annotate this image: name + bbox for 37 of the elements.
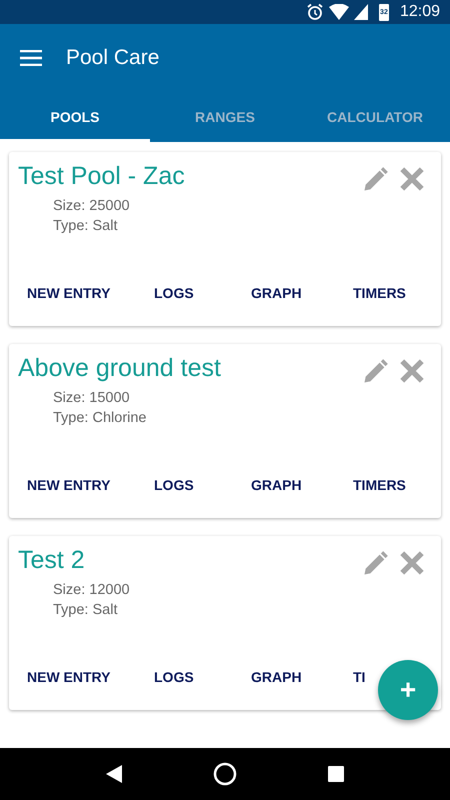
wifi-icon bbox=[328, 4, 349, 20]
card-action[interactable]: TIMERS bbox=[353, 285, 406, 301]
close-icon bbox=[399, 166, 425, 192]
back-icon bbox=[106, 765, 122, 783]
menu-icon bbox=[20, 50, 42, 66]
card-action[interactable]: GRAPH bbox=[251, 477, 302, 493]
card-action[interactable]: NEW ENTRY bbox=[27, 477, 110, 493]
back-button[interactable] bbox=[106, 765, 122, 783]
pool-size: Size: 12000 bbox=[53, 582, 130, 598]
card-action[interactable]: LOGS bbox=[154, 477, 194, 493]
pool-type: Type: Chlorine bbox=[53, 410, 146, 426]
close-icon bbox=[399, 550, 425, 576]
card-action[interactable]: GRAPH bbox=[251, 285, 302, 301]
alarm-clock-icon bbox=[306, 3, 324, 21]
card-action[interactable]: NEW ENTRY bbox=[27, 285, 110, 301]
recents-button[interactable] bbox=[328, 766, 344, 782]
close-icon bbox=[399, 358, 425, 384]
card-action[interactable]: LOGS bbox=[154, 285, 194, 301]
pool-type: Type: Salt bbox=[53, 602, 118, 618]
app-title: Pool Care bbox=[66, 46, 160, 70]
pool-size: Size: 15000 bbox=[53, 390, 130, 406]
clock-time: 12:09 bbox=[400, 3, 440, 21]
card-action[interactable]: TI bbox=[353, 669, 366, 685]
signal-icon bbox=[354, 4, 368, 20]
home-button[interactable] bbox=[212, 762, 237, 786]
pool-name: Test 2 bbox=[18, 546, 85, 575]
card-action[interactable]: TIMERS bbox=[353, 477, 406, 493]
recents-icon bbox=[328, 766, 344, 782]
pool-type: Type: Salt bbox=[53, 218, 118, 234]
card-action[interactable]: GRAPH bbox=[251, 669, 302, 685]
menu-button[interactable] bbox=[20, 50, 42, 66]
pool-name: Test Pool - Zac bbox=[18, 162, 185, 191]
pool-name: Above ground test bbox=[18, 354, 221, 383]
home-icon bbox=[212, 762, 237, 786]
pool-size: Size: 25000 bbox=[53, 198, 130, 214]
card-action[interactable]: LOGS bbox=[154, 669, 194, 685]
card-action[interactable]: NEW ENTRY bbox=[27, 669, 110, 685]
